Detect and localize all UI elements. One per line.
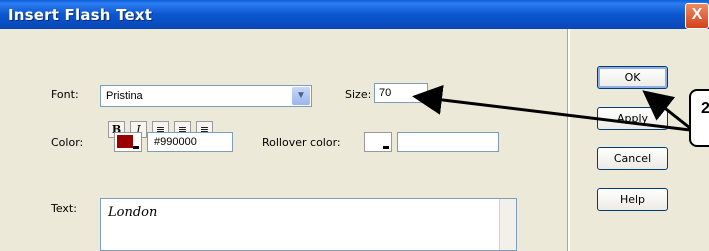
- font-select[interactable]: Pristina ▼: [100, 85, 312, 107]
- apply-button[interactable]: Apply: [597, 107, 668, 130]
- text-label: Text:: [51, 202, 77, 215]
- size-value: 70: [379, 87, 392, 99]
- color-hex-input[interactable]: #990000: [147, 132, 233, 152]
- title-bar: Insert Flash Text X: [0, 0, 709, 29]
- color-hex-value: #990000: [154, 136, 197, 148]
- font-label: Font:: [51, 88, 79, 101]
- text-area[interactable]: London: [100, 198, 517, 251]
- help-button[interactable]: Help: [597, 188, 668, 211]
- chevron-down-icon[interactable]: ▼: [292, 87, 310, 105]
- dropdown-corner-icon: [383, 146, 389, 149]
- close-button[interactable]: X: [685, 3, 709, 29]
- dropdown-corner-icon: [133, 146, 139, 149]
- ok-button[interactable]: OK: [597, 66, 668, 89]
- size-label: Size:: [345, 88, 372, 101]
- rollover-color-label: Rollover color:: [262, 136, 341, 149]
- color-swatch-button[interactable]: [114, 132, 142, 152]
- font-value: Pristina: [106, 90, 143, 102]
- text-area-value: London: [108, 205, 158, 220]
- size-input[interactable]: 70: [374, 83, 428, 103]
- callout-box: 2: [689, 89, 709, 147]
- scrollbar[interactable]: [499, 199, 516, 250]
- separator: [567, 29, 570, 251]
- cancel-button[interactable]: Cancel: [597, 147, 668, 170]
- color-swatch: [117, 135, 133, 148]
- rollover-hex-input[interactable]: [397, 132, 499, 152]
- color-label: Color:: [51, 136, 84, 149]
- window-title: Insert Flash Text: [8, 6, 153, 24]
- rollover-swatch-button[interactable]: [364, 132, 392, 152]
- callout-number: 2: [701, 100, 709, 117]
